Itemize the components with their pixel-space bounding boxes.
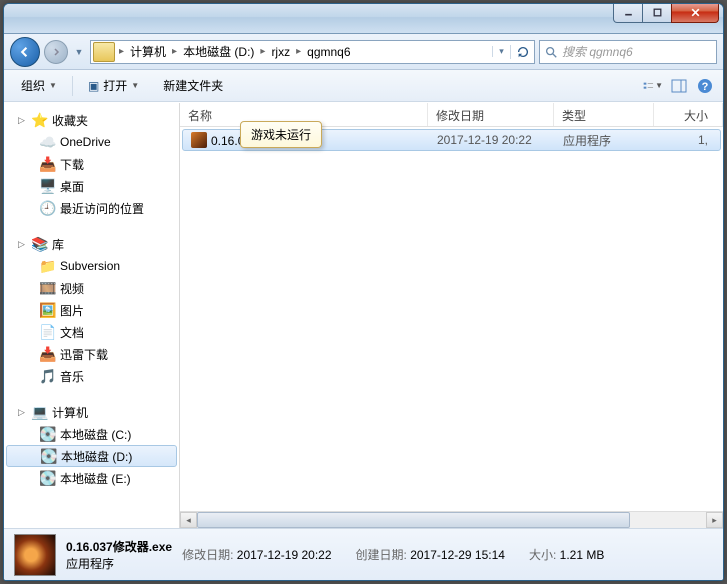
computer-icon: 💻: [32, 404, 48, 420]
refresh-button[interactable]: [510, 45, 534, 59]
file-thumbnail: [14, 534, 56, 576]
navbar: ▼ ▸ 计算机 ▸ 本地磁盘 (D:) ▸ rjxz ▸ qgmnq6 ▾ 搜索…: [4, 34, 723, 70]
sidebar-item-drive-c[interactable]: 💽本地磁盘 (C:): [4, 423, 179, 445]
chevron-right-icon: ▸: [117, 46, 126, 57]
breadcrumb-item[interactable]: rjxz: [267, 41, 294, 63]
sidebar-item-videos[interactable]: 🎞️视频: [4, 277, 179, 299]
recent-icon: 🕘: [40, 200, 56, 216]
details-type: 应用程序: [66, 557, 114, 571]
folder-icon: 📁: [40, 258, 56, 274]
sidebar-item-documents[interactable]: 📄文档: [4, 321, 179, 343]
help-button[interactable]: ?: [695, 76, 715, 96]
collapse-icon[interactable]: ▷: [18, 115, 28, 126]
file-size: 1,: [655, 133, 720, 147]
horizontal-scrollbar[interactable]: ◂ ▸: [180, 511, 723, 528]
chevron-right-icon: ▸: [258, 46, 267, 57]
column-type[interactable]: 类型: [554, 103, 654, 126]
scroll-right-button[interactable]: ▸: [706, 512, 723, 528]
download-icon: 📥: [40, 156, 56, 172]
preview-pane-button[interactable]: [669, 76, 689, 96]
folder-icon: [93, 42, 115, 62]
open-button[interactable]: ▣ 打开▼: [79, 73, 148, 98]
window-controls: [613, 3, 719, 23]
chevron-right-icon: ▸: [294, 46, 303, 57]
svg-text:?: ?: [702, 81, 709, 93]
download-icon: 📥: [40, 346, 56, 362]
view-options-button[interactable]: ▼: [643, 76, 663, 96]
body-area: ▷ ⭐ 收藏夹 ☁️OneDrive 📥下载 🖥️桌面 🕘最近访问的位置 ▷ 📚…: [4, 102, 723, 528]
breadcrumb-item[interactable]: 计算机: [126, 41, 170, 63]
search-input[interactable]: 搜索 qgmnq6: [539, 40, 717, 64]
sidebar: ▷ ⭐ 收藏夹 ☁️OneDrive 📥下载 🖥️桌面 🕘最近访问的位置 ▷ 📚…: [4, 103, 180, 528]
drive-icon: 💽: [41, 448, 57, 464]
toolbar: 组织▼ ▣ 打开▼ 新建文件夹 ▼ ?: [4, 70, 723, 102]
file-date: 2017-12-19 20:22: [429, 133, 555, 147]
sidebar-item-subversion[interactable]: 📁Subversion: [4, 255, 179, 277]
address-dropdown[interactable]: ▾: [492, 46, 510, 57]
desktop-icon: 🖥️: [40, 178, 56, 194]
create-date-value: 2017-12-29 15:14: [410, 548, 505, 562]
tooltip: 游戏未运行: [240, 121, 322, 148]
sidebar-item-desktop[interactable]: 🖥️桌面: [4, 175, 179, 197]
library-icon: 📚: [32, 236, 48, 252]
file-type: 应用程序: [555, 132, 655, 149]
sidebar-item-onedrive[interactable]: ☁️OneDrive: [4, 131, 179, 153]
separator: [72, 76, 73, 96]
column-size[interactable]: 大小: [654, 103, 723, 126]
close-button[interactable]: [671, 3, 719, 23]
document-icon: 📄: [40, 324, 56, 340]
sidebar-item-drive-d[interactable]: 💽本地磁盘 (D:): [6, 445, 177, 467]
scroll-left-button[interactable]: ◂: [180, 512, 197, 528]
picture-icon: 🖼️: [40, 302, 56, 318]
sidebar-item-downloads[interactable]: 📥下载: [4, 153, 179, 175]
back-button[interactable]: [10, 37, 40, 67]
sidebar-libraries[interactable]: ▷ 📚 库: [4, 233, 179, 255]
exe-icon: [191, 132, 207, 148]
music-icon: 🎵: [40, 368, 56, 384]
drive-icon: 💽: [40, 470, 56, 486]
video-icon: 🎞️: [40, 280, 56, 296]
sidebar-item-xunlei[interactable]: 📥迅雷下载: [4, 343, 179, 365]
cloud-icon: ☁️: [40, 134, 56, 150]
size-label: 大小:: [529, 548, 556, 562]
mod-date-value: 2017-12-19 20:22: [237, 548, 332, 562]
titlebar: [4, 4, 723, 34]
file-list: 名称 修改日期 类型 大小 0.16.037修改器.exe 2017-12-19…: [180, 103, 723, 528]
explorer-window: ▼ ▸ 计算机 ▸ 本地磁盘 (D:) ▸ rjxz ▸ qgmnq6 ▾ 搜索…: [3, 3, 724, 581]
star-icon: ⭐: [32, 112, 48, 128]
maximize-button[interactable]: [642, 3, 672, 23]
minimize-button[interactable]: [613, 3, 643, 23]
new-folder-button[interactable]: 新建文件夹: [154, 73, 232, 98]
search-placeholder: 搜索 qgmnq6: [562, 43, 633, 60]
collapse-icon[interactable]: ▷: [18, 407, 28, 418]
drive-icon: 💽: [40, 426, 56, 442]
sidebar-computer[interactable]: ▷ 💻 计算机: [4, 401, 179, 423]
details-filename: 0.16.037修改器.exe: [66, 540, 172, 554]
create-date-label: 创建日期:: [356, 548, 407, 562]
search-icon: [544, 45, 558, 59]
breadcrumb-item[interactable]: qgmnq6: [303, 41, 354, 63]
collapse-icon[interactable]: ▷: [18, 239, 28, 250]
sidebar-item-recent[interactable]: 🕘最近访问的位置: [4, 197, 179, 219]
scroll-thumb[interactable]: [197, 512, 630, 528]
chevron-right-icon: ▸: [170, 46, 179, 57]
sidebar-favorites[interactable]: ▷ ⭐ 收藏夹: [4, 109, 179, 131]
breadcrumb-item[interactable]: 本地磁盘 (D:): [179, 41, 258, 63]
details-pane: 0.16.037修改器.exe 应用程序 修改日期: 2017-12-19 20…: [4, 528, 723, 580]
mod-date-label: 修改日期:: [182, 548, 233, 562]
sidebar-item-drive-e[interactable]: 💽本地磁盘 (E:): [4, 467, 179, 489]
size-value: 1.21 MB: [560, 548, 605, 562]
sidebar-item-music[interactable]: 🎵音乐: [4, 365, 179, 387]
address-bar[interactable]: ▸ 计算机 ▸ 本地磁盘 (D:) ▸ rjxz ▸ qgmnq6 ▾: [90, 40, 535, 64]
organize-button[interactable]: 组织▼: [12, 73, 66, 98]
forward-button[interactable]: [44, 40, 68, 64]
column-date[interactable]: 修改日期: [428, 103, 554, 126]
sidebar-item-pictures[interactable]: 🖼️图片: [4, 299, 179, 321]
history-dropdown[interactable]: ▼: [72, 40, 86, 64]
